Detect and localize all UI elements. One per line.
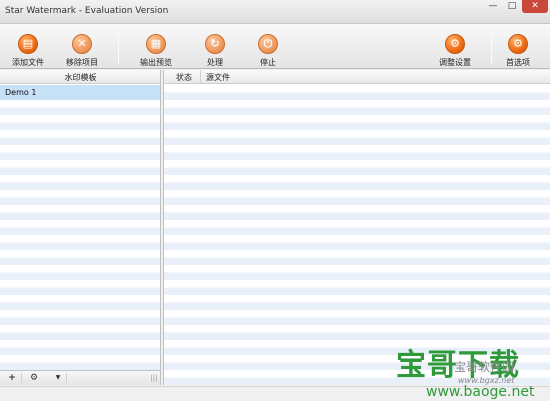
minimize-button[interactable]: — (484, 0, 502, 13)
process-label: 处理 (207, 58, 223, 67)
add-files-label: 添加文件 (12, 58, 44, 67)
close-button[interactable]: ✕ (522, 0, 548, 13)
watermark-sub-text: 宝哥软件园 (454, 360, 515, 374)
watermark-logo: 宝哥下载 宝哥软件园 www.bgxz.net www.baoge.net (396, 340, 546, 400)
templates-column-label: 水印模板 (64, 73, 97, 82)
add-files-button[interactable]: ▤ 添加文件 (2, 24, 54, 69)
templates-panel: 水印模板 Demo 1 (0, 70, 161, 370)
remove-items-button[interactable]: ✕ 移除项目 (56, 24, 108, 69)
toolbar: ▤ 添加文件 ✕ 移除项目 ▦ 输出预览 ↻ 处理 ⏻ 停止 ⚙ 调整设置 ⚙ … (0, 24, 550, 69)
title-bar: Star Watermark - Evaluation Version — □ … (0, 0, 550, 24)
templates-footer: + ⚙ ▼ ||| (0, 370, 161, 385)
output-preview-label: 输出预览 (140, 58, 172, 67)
list-item-label: Demo 1 (5, 88, 37, 97)
template-settings-icon[interactable]: ⚙ (27, 372, 41, 384)
preview-icon: ▦ (146, 34, 166, 54)
adjust-settings-button[interactable]: ⚙ 调整设置 (429, 24, 481, 69)
footer-separator (66, 373, 67, 383)
preferences-button[interactable]: ⚙ 首选项 (492, 24, 544, 69)
maximize-button[interactable]: □ (503, 0, 521, 13)
gear-icon: ⚙ (508, 34, 528, 54)
power-icon: ⏻ (258, 34, 278, 54)
files-header: 状态 源文件 (164, 70, 550, 84)
column-divider[interactable] (200, 70, 201, 84)
watermark-bottom-text: www.baoge.net (426, 384, 535, 400)
toolbar-separator (118, 32, 119, 64)
source-file-column-header[interactable]: 源文件 (206, 72, 230, 83)
templates-header[interactable]: 水印模板 (0, 70, 160, 84)
chevron-down-icon[interactable]: ▼ (53, 372, 63, 384)
list-item[interactable]: Demo 1 (0, 85, 160, 100)
resize-grip-icon[interactable]: ||| (150, 372, 158, 384)
stop-label: 停止 (260, 58, 276, 67)
remove-icon: ✕ (72, 34, 92, 54)
output-preview-button[interactable]: ▦ 输出预览 (130, 24, 182, 69)
adjust-settings-label: 调整设置 (439, 58, 471, 67)
window-title: Star Watermark - Evaluation Version (5, 6, 169, 16)
templates-list[interactable] (0, 85, 160, 370)
refresh-icon: ↻ (205, 34, 225, 54)
status-column-header[interactable]: 状态 (176, 72, 192, 83)
remove-items-label: 移除项目 (66, 58, 98, 67)
add-template-button[interactable]: + (6, 372, 18, 384)
process-button[interactable]: ↻ 处理 (189, 24, 241, 69)
footer-separator (21, 373, 22, 383)
preferences-label: 首选项 (506, 58, 530, 67)
gear-users-icon: ⚙ (445, 34, 465, 54)
folder-add-icon: ▤ (18, 34, 38, 54)
stop-button[interactable]: ⏻ 停止 (242, 24, 294, 69)
files-panel: 状态 源文件 (163, 70, 550, 385)
